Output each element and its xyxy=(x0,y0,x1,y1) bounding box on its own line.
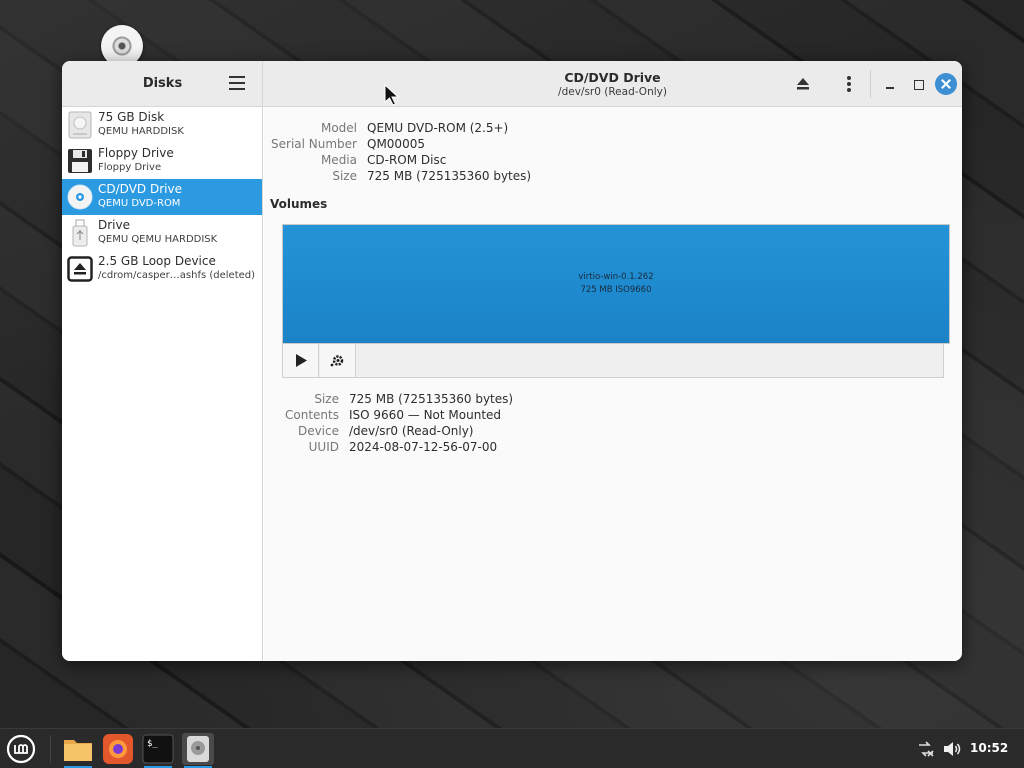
media-label: Media xyxy=(320,153,357,167)
content-header: CD/DVD Drive /dev/sr0 (Read-Only) xyxy=(263,61,962,107)
eject-icon[interactable] xyxy=(792,73,814,95)
uuid-value: 2024-08-07-12-56-07-00 xyxy=(349,440,498,454)
taskbar: $_ 10:52 xyxy=(0,728,1024,768)
contents-label: Contents xyxy=(285,408,339,422)
loop-device-icon xyxy=(67,255,93,283)
device-item-loop-device[interactable]: 2.5 GB Loop Device /cdrom/casper…ashfs (… xyxy=(62,251,262,287)
volume-info: 725 MB ISO9660 xyxy=(580,285,652,295)
volumes-heading: Volumes xyxy=(270,197,328,211)
menu-icon[interactable] xyxy=(5,733,37,765)
media-value: CD-ROM Disc xyxy=(367,153,447,167)
firefox-icon[interactable] xyxy=(102,733,134,765)
device-name: Floppy Drive xyxy=(98,146,174,160)
minimize-button[interactable] xyxy=(880,73,902,95)
device-name: Drive xyxy=(98,218,130,232)
disks-icon[interactable] xyxy=(182,733,214,768)
serial-number-label: Serial Number xyxy=(271,137,357,151)
mouse-cursor-icon xyxy=(384,84,400,106)
volume-name: virtio-win-0.1.262 xyxy=(578,272,654,282)
drive-details: Model QEMU DVD-ROM (2.5+) Serial Number … xyxy=(264,107,962,661)
taskbar-separator xyxy=(50,735,51,763)
terminal-icon[interactable]: $_ xyxy=(142,733,174,768)
device-item-floppy-drive[interactable]: Floppy Drive Floppy Drive xyxy=(62,143,262,179)
files-icon[interactable] xyxy=(62,733,94,768)
optical-disc-icon xyxy=(67,183,93,211)
serial-number-value: QM00005 xyxy=(367,137,425,151)
uuid-label: UUID xyxy=(308,440,339,454)
hard-disk-icon xyxy=(67,111,93,139)
volume-toolbar xyxy=(282,344,944,378)
device-name: 2.5 GB Loop Device xyxy=(98,254,216,268)
device-label: Device xyxy=(297,424,339,438)
mount-play-icon[interactable] xyxy=(283,344,319,377)
contents-value: ISO 9660 — Not Mounted xyxy=(349,408,502,422)
close-button[interactable] xyxy=(935,73,957,95)
model-label: Model xyxy=(320,121,357,135)
device-subtitle: Floppy Drive xyxy=(98,162,162,173)
more-options-icon[interactable] xyxy=(838,73,860,95)
volume-partition-block[interactable]: virtio-win-0.1.262 725 MB ISO9660 xyxy=(282,224,950,344)
usb-drive-icon xyxy=(67,219,93,247)
device-item-drive[interactable]: Drive QEMU QEMU HARDDISK xyxy=(62,215,262,251)
device-name: CD/DVD Drive xyxy=(98,182,182,196)
size-value: 725 MB (725135360 bytes) xyxy=(367,169,532,183)
volume-size-label: Size xyxy=(314,392,339,406)
device-item-cd-dvd-drive[interactable]: CD/DVD Drive QEMU DVD-ROM xyxy=(62,179,262,215)
volume-icon[interactable] xyxy=(942,739,962,759)
disks-window: Disks CD/DVD Drive /dev/sr0 (Read-Only) … xyxy=(62,61,962,661)
hamburger-menu-icon[interactable] xyxy=(229,76,245,90)
floppy-icon xyxy=(67,147,93,175)
network-disconnected-icon[interactable] xyxy=(916,739,936,759)
gear-icon[interactable] xyxy=(320,344,356,377)
device-subtitle: QEMU QEMU HARDDISK xyxy=(98,234,218,245)
device-value: /dev/sr0 (Read-Only) xyxy=(349,424,474,438)
size-label: Size xyxy=(332,169,357,183)
device-item-75gb-disk[interactable]: 75 GB Disk QEMU HARDDISK xyxy=(62,107,262,143)
device-subtitle: QEMU HARDDISK xyxy=(98,126,184,137)
sidebar-header: Disks xyxy=(62,61,263,107)
clock[interactable]: 10:52 xyxy=(970,741,1008,755)
device-list: 75 GB Disk QEMU HARDDISK Floppy Drive Fl… xyxy=(62,107,263,661)
maximize-button[interactable] xyxy=(908,73,930,95)
device-subtitle: /cdrom/casper…ashfs (deleted) xyxy=(98,270,256,281)
model-value: QEMU DVD-ROM (2.5+) xyxy=(367,121,509,135)
volume-size-value: 725 MB (725135360 bytes) xyxy=(349,392,514,406)
header-separator xyxy=(870,70,871,98)
device-subtitle: QEMU DVD-ROM xyxy=(98,198,181,209)
device-name: 75 GB Disk xyxy=(98,110,165,124)
svg-text:$_: $_ xyxy=(147,739,158,749)
